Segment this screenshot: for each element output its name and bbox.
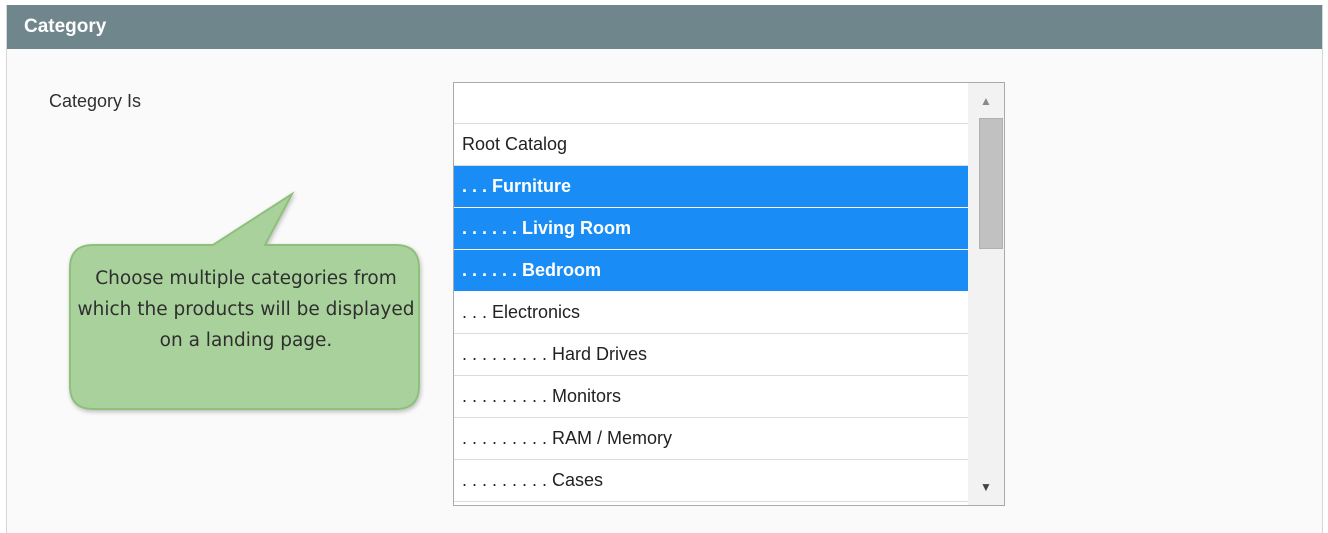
section-title: Category	[7, 5, 1322, 49]
category-option-electronics[interactable]: . . . Electronics	[454, 292, 968, 334]
category-option-monitors[interactable]: . . . . . . . . . Monitors	[454, 376, 968, 418]
category-option-bedroom[interactable]: . . . . . . Bedroom	[454, 250, 968, 292]
category-option-root-catalog[interactable]: Root Catalog	[454, 124, 968, 166]
callout-text: Choose multiple categories from which th…	[77, 268, 415, 351]
category-option-blank[interactable]	[454, 83, 968, 124]
category-option-ram-memory[interactable]: . . . . . . . . . RAM / Memory	[454, 418, 968, 460]
listbox-scrollbar[interactable]: ▲ ▼	[968, 83, 1004, 505]
triangle-up-icon[interactable]: ▲	[968, 87, 1004, 115]
category-option-furniture[interactable]: . . . Furniture	[454, 166, 968, 208]
category-option-hard-drives[interactable]: . . . . . . . . . Hard Drives	[454, 334, 968, 376]
category-is-label: Category Is	[49, 91, 142, 111]
category-multiselect[interactable]: Root Catalog . . . Furniture . . . . . .…	[453, 82, 1005, 506]
scrollbar-thumb[interactable]	[979, 118, 1003, 249]
category-option-cases[interactable]: . . . . . . . . . Cases	[454, 460, 968, 502]
help-callout: Choose multiple categories from which th…	[69, 191, 420, 410]
triangle-down-icon[interactable]: ▼	[968, 473, 1004, 501]
category-option-living-room[interactable]: . . . . . . Living Room	[454, 208, 968, 250]
category-options-list: Root Catalog . . . Furniture . . . . . .…	[454, 83, 968, 502]
category-panel: Category Category Is Root Catalog . . . …	[6, 5, 1323, 533]
